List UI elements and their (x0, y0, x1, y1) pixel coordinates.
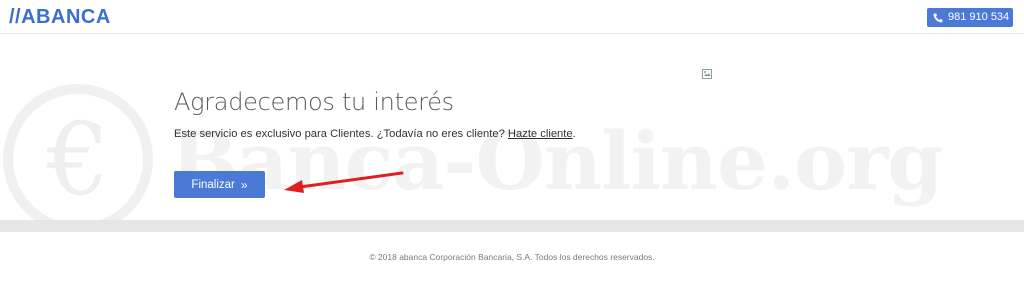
broken-image-icon (702, 66, 712, 79)
finalizar-label: Finalizar (191, 178, 235, 191)
watermark: € Banca-Online.org (3, 84, 943, 234)
phone-number: 981 910 534 (948, 11, 1010, 23)
description-text: Este servicio es exclusivo para Clientes… (174, 128, 576, 140)
hazte-cliente-link[interactable]: Hazte cliente (508, 128, 573, 140)
watermark-euro-symbol: € (45, 101, 110, 218)
phone-icon (932, 12, 944, 24)
description-period: . (572, 128, 576, 140)
separator-band (0, 220, 1024, 232)
page-title: Agradecemos tu interés (174, 88, 454, 116)
watermark-euro-circle (3, 84, 153, 234)
chevron-right-icon: » (240, 177, 248, 192)
phone-button[interactable]: 981 910 534 (927, 8, 1013, 27)
finalizar-button[interactable]: Finalizar » (174, 171, 265, 198)
abanca-logo[interactable]: //ABANCA (9, 6, 111, 28)
description-body: Este servicio es exclusivo para Clientes… (174, 128, 505, 140)
copyright-text: © 2018 abanca Corporación Bancaria, S.A.… (369, 252, 655, 262)
red-arrow-annotation (284, 171, 404, 193)
site-header: //ABANCA 981 910 534 (0, 0, 1024, 34)
